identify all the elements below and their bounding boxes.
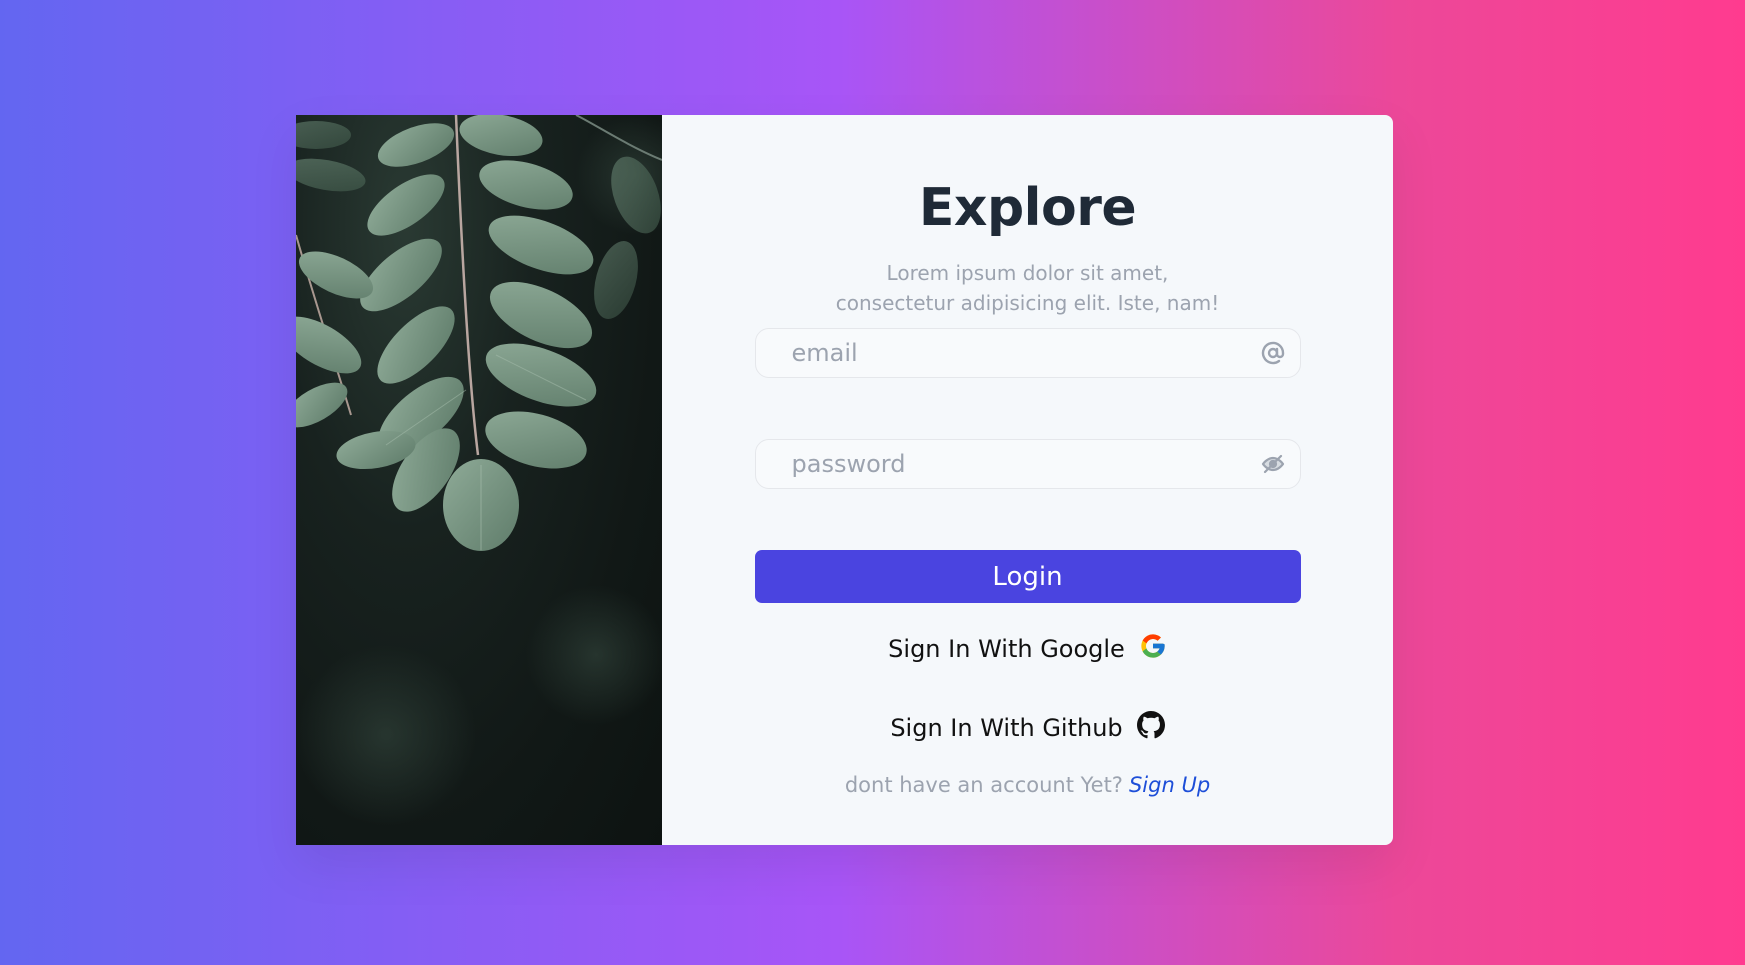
page-title: Explore xyxy=(918,178,1137,238)
github-signin-label: Sign In With Github xyxy=(890,714,1123,742)
github-signin-button[interactable]: Sign In With Github xyxy=(890,711,1165,745)
subtitle-line-2: consectetur adipisicing elit. Iste, nam! xyxy=(835,291,1220,315)
password-field[interactable]: password xyxy=(754,439,1301,489)
email-field[interactable]: email xyxy=(754,328,1301,378)
signup-link[interactable]: Sign Up xyxy=(1129,773,1210,797)
signup-prompt: dont have an account Yet? Sign Up xyxy=(845,773,1210,797)
email-placeholder: email xyxy=(791,339,858,367)
subtitle: Lorem ipsum dolor sit amet, consectetur … xyxy=(836,258,1219,318)
google-signin-label: Sign In With Google xyxy=(888,635,1125,663)
github-icon xyxy=(1136,711,1165,745)
at-icon xyxy=(1260,340,1286,366)
google-signin-button[interactable]: Sign In With Google xyxy=(888,632,1167,666)
login-form: Explore Lorem ipsum dolor sit amet, cons… xyxy=(662,115,1393,845)
login-button[interactable]: Login xyxy=(754,550,1301,603)
signup-prompt-text: dont have an account Yet? xyxy=(844,773,1123,797)
login-card: Explore Lorem ipsum dolor sit amet, cons… xyxy=(296,115,1393,845)
leaves-photo xyxy=(296,115,662,845)
password-placeholder: password xyxy=(791,450,906,478)
google-icon xyxy=(1139,632,1167,666)
eye-slash-icon[interactable] xyxy=(1260,451,1286,477)
subtitle-line-1: Lorem ipsum dolor sit amet, xyxy=(886,261,1169,285)
